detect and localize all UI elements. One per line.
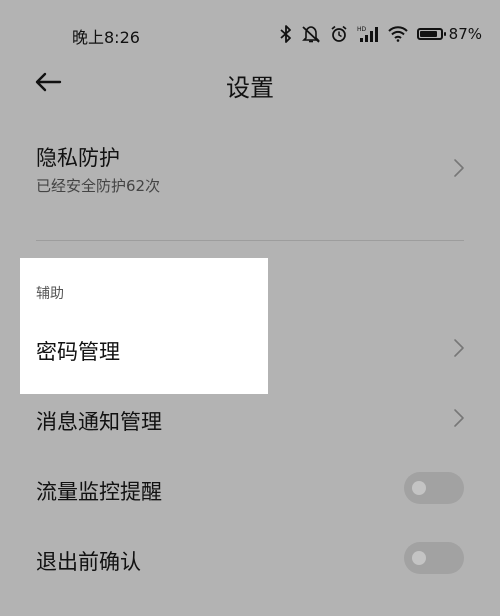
privacy-protection-row[interactable]: 隐私防护 已经安全防护62次 — [0, 130, 500, 220]
svg-text:HD: HD — [357, 26, 367, 33]
traffic-reminder-row: 流量监控提醒 — [0, 462, 500, 518]
chevron-right-icon — [452, 158, 466, 178]
toggle-knob — [412, 481, 426, 495]
chevron-right-icon — [452, 408, 466, 428]
exit-confirm-toggle[interactable] — [404, 542, 464, 574]
exit-confirm-row: 退出前确认 — [0, 532, 500, 588]
password-management-row[interactable]: 密码管理 — [0, 320, 500, 380]
chevron-right-icon — [452, 338, 466, 358]
bluetooth-icon — [280, 25, 292, 43]
hd-signal-icon: HD — [357, 25, 379, 43]
status-icons: HD 87% — [280, 22, 482, 46]
battery-icon — [416, 28, 446, 40]
battery-percent: 87% — [448, 25, 482, 43]
notification-management-row[interactable]: 消息通知管理 — [0, 390, 500, 450]
section-label-assist: 辅助 — [36, 286, 64, 302]
divider — [36, 240, 464, 241]
header: 设置 — [0, 60, 500, 110]
toggle-knob — [412, 551, 426, 565]
page-title: 设置 — [226, 74, 274, 102]
wifi-icon — [387, 26, 408, 42]
privacy-protection-title: 隐私防护 — [36, 146, 120, 170]
traffic-reminder-title: 流量监控提醒 — [36, 480, 162, 504]
password-management-title: 密码管理 — [36, 340, 120, 364]
status-time: 晚上8:26 — [72, 28, 140, 47]
battery-level-fill — [419, 31, 437, 37]
alarm-icon — [330, 25, 348, 43]
traffic-reminder-toggle[interactable] — [404, 472, 464, 504]
privacy-protection-subtitle: 已经安全防护62次 — [36, 177, 161, 195]
exit-confirm-title: 退出前确认 — [36, 550, 141, 574]
notification-management-title: 消息通知管理 — [36, 410, 162, 434]
mute-icon — [301, 25, 321, 43]
status-bar: 晚上8:26 HD 87% — [0, 0, 500, 64]
